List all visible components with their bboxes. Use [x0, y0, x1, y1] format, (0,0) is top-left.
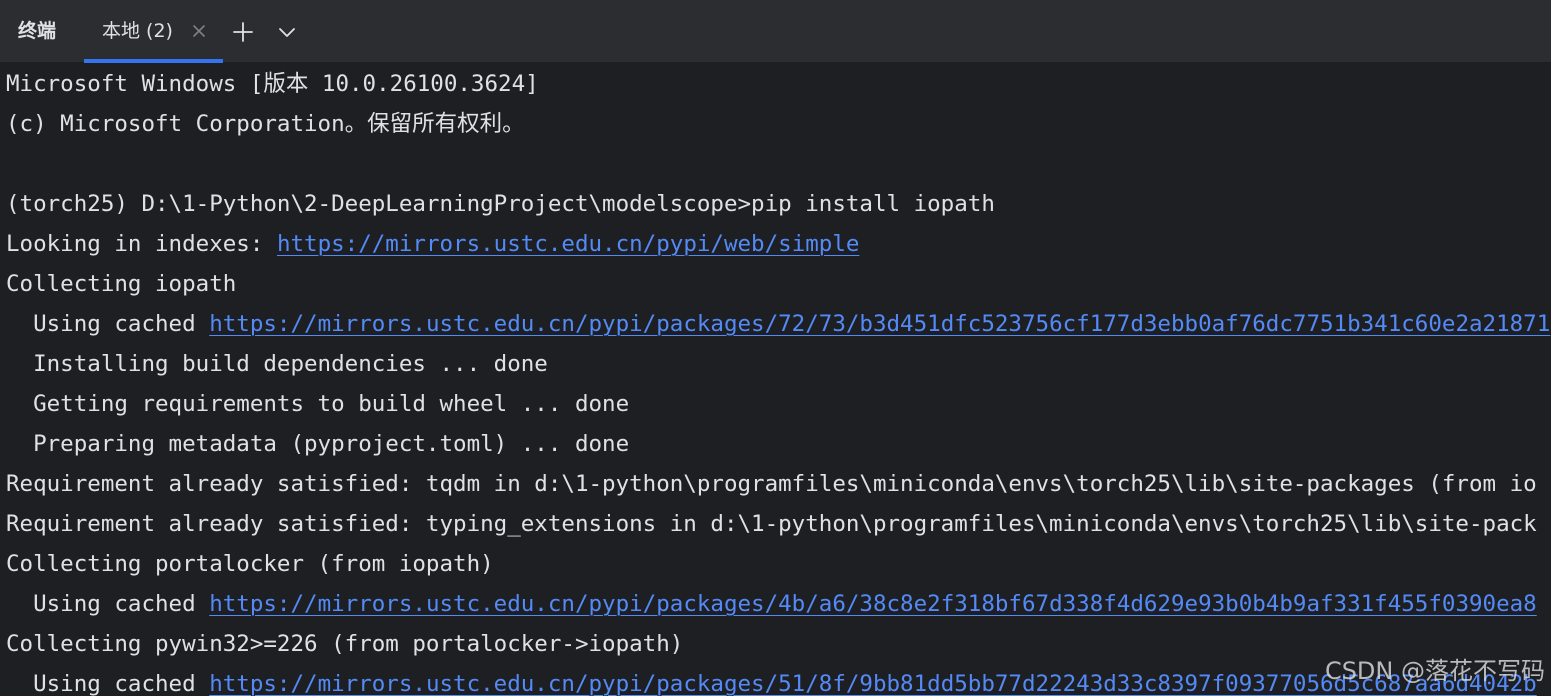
line-prefix: Using cached — [6, 591, 210, 617]
line-text: Microsoft Windows [版本 10.0.26100.3624] — [6, 71, 539, 97]
terminal-line: (c) Microsoft Corporation。保留所有权利。 — [6, 104, 525, 144]
package-url-link[interactable]: https://mirrors.ustc.edu.cn/pypi/package… — [209, 671, 1537, 696]
line-text: Collecting pywin32>=226 (from portalocke… — [6, 631, 684, 657]
tab-local-2[interactable]: 本地 (2) — [84, 0, 223, 63]
terminal-window: 终端 本地 (2) Microsoft Windows [版本 10.0.261… — [0, 0, 1551, 696]
terminal-line: Collecting portalocker (from iopath) — [6, 544, 494, 584]
line-text: (torch25) D:\1-Python\2-DeepLearningProj… — [6, 191, 995, 217]
chevron-down-icon[interactable] — [275, 20, 299, 44]
terminal-line: Preparing metadata (pyproject.toml) ... … — [6, 424, 629, 464]
line-text: Collecting iopath — [6, 271, 237, 297]
line-prefix: Using cached — [6, 311, 210, 337]
line-text: Installing build dependencies ... done — [6, 351, 548, 377]
terminal-line: Using cached https://mirrors.ustc.edu.cn… — [6, 584, 1537, 624]
terminal-line: Requirement already satisfied: tqdm in d… — [6, 464, 1537, 504]
line-text: Getting requirements to build wheel ... … — [6, 391, 630, 417]
terminal-line: Installing build dependencies ... done — [6, 344, 548, 384]
line-prefix: Looking in indexes: — [6, 231, 277, 257]
line-text: Requirement already satisfied: typing_ex… — [6, 511, 1537, 537]
line-text: Collecting portalocker (from iopath) — [6, 551, 494, 577]
terminal-tab-bar: 终端 本地 (2) — [0, 0, 1551, 63]
terminal-line: Using cached https://mirrors.ustc.edu.cn… — [6, 664, 1537, 696]
tab-label: 本地 (2) — [102, 20, 173, 42]
plus-icon[interactable] — [231, 20, 255, 44]
terminal-line: Microsoft Windows [版本 10.0.26100.3624] — [6, 64, 539, 104]
panel-title: 终端 — [18, 20, 57, 42]
close-icon[interactable] — [190, 22, 208, 40]
terminal-line: Collecting iopath — [6, 264, 236, 304]
line-prefix: Using cached — [6, 671, 210, 696]
terminal-line: Getting requirements to build wheel ... … — [6, 384, 629, 424]
terminal-line: Collecting pywin32>=226 (from portalocke… — [6, 624, 683, 664]
terminal-line: Using cached https://mirrors.ustc.edu.cn… — [6, 304, 1550, 344]
terminal-output[interactable]: Microsoft Windows [版本 10.0.26100.3624] (… — [0, 64, 1551, 696]
package-url-link[interactable]: https://mirrors.ustc.edu.cn/pypi/package… — [209, 311, 1550, 337]
package-url-link[interactable]: https://mirrors.ustc.edu.cn/pypi/package… — [209, 591, 1537, 617]
active-tab-indicator — [84, 59, 223, 63]
terminal-line: Requirement already satisfied: typing_ex… — [6, 504, 1537, 544]
terminal-line: (torch25) D:\1-Python\2-DeepLearningProj… — [6, 184, 995, 224]
line-text: (c) Microsoft Corporation。保留所有权利。 — [6, 111, 525, 137]
line-text: Preparing metadata (pyproject.toml) ... … — [6, 431, 630, 457]
index-url-link[interactable]: https://mirrors.ustc.edu.cn/pypi/web/sim… — [277, 231, 859, 257]
line-text: Requirement already satisfied: tqdm in d… — [6, 471, 1537, 497]
terminal-line: Looking in indexes: https://mirrors.ustc… — [6, 224, 859, 264]
